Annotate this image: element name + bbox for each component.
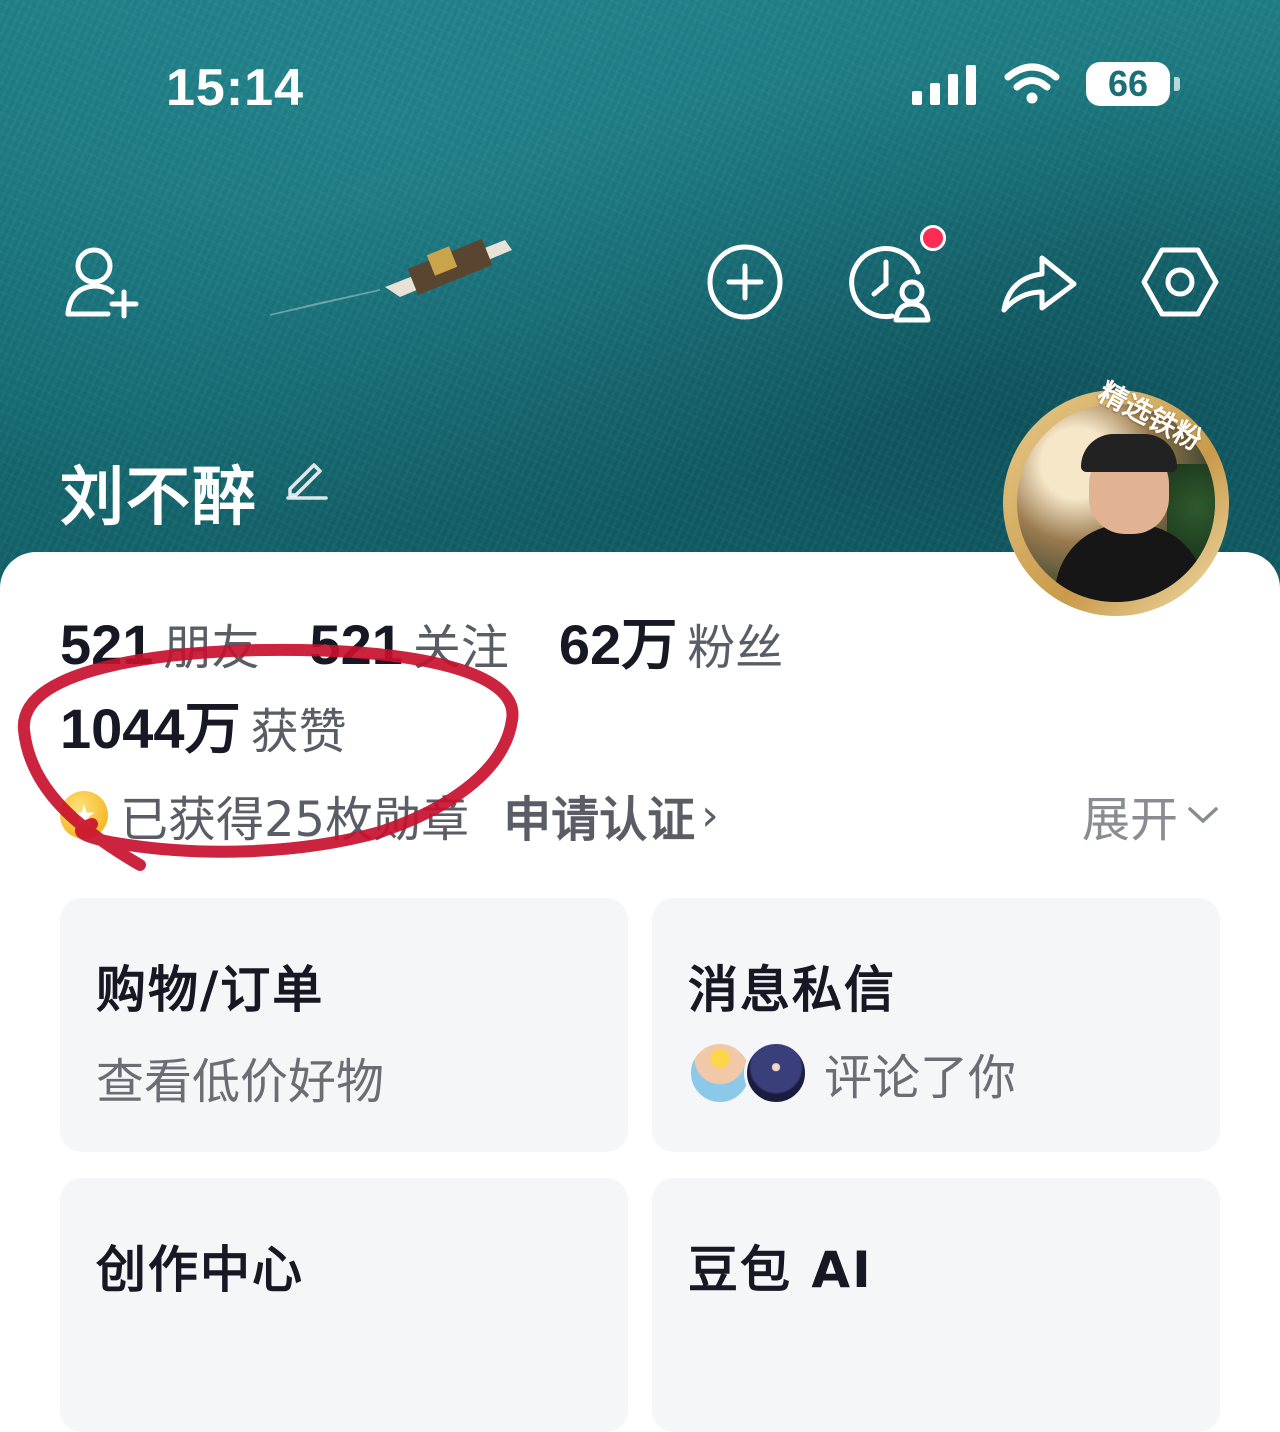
wifi-icon <box>1004 63 1060 104</box>
creator-center-tile[interactable]: 创作中心 <box>60 1178 628 1432</box>
add-friend-button[interactable] <box>60 240 144 324</box>
notification-dot <box>920 225 946 251</box>
tile-subtitle: 查看低价好物 <box>96 1054 385 1110</box>
tile-subtitle: 评论了你 <box>824 1050 1017 1106</box>
doubao-ai-tile[interactable]: 豆包 AI <box>652 1178 1220 1432</box>
share-button[interactable] <box>996 240 1080 324</box>
friends-label[interactable]: 朋友 <box>163 608 259 678</box>
visitor-history-button[interactable] <box>848 240 932 324</box>
tile-title: 创作中心 <box>96 1241 304 1299</box>
boat-image <box>269 239 512 316</box>
edit-icon[interactable] <box>284 455 330 501</box>
plus-circle-icon <box>707 244 783 320</box>
tile-title: 购物/订单 <box>96 961 325 1019</box>
signal-icon <box>912 65 976 105</box>
commenter-avatar <box>744 1041 808 1105</box>
expand-label: 展开 <box>1081 792 1178 848</box>
add-friend-icon <box>65 247 139 319</box>
medal-icon: ★ <box>60 791 108 839</box>
visitor-history-icon <box>849 246 931 323</box>
messages-tile[interactable]: 消息私信 评论了你 <box>652 898 1220 1152</box>
status-time: 15:14 <box>166 59 304 117</box>
followers-count[interactable]: 62万 <box>559 600 677 681</box>
badges-text[interactable]: 已获得25枚勋章 <box>120 780 469 850</box>
stats-row: 521 朋友 521 关注 62万 粉丝 <box>60 600 833 681</box>
create-button[interactable] <box>703 240 787 324</box>
following-count[interactable]: 521 <box>309 612 402 677</box>
certify-link[interactable]: 申请认证 <box>503 780 695 850</box>
tile-title: 消息私信 <box>688 961 896 1019</box>
shopping-orders-tile[interactable]: 购物/订单 查看低价好物 <box>60 898 628 1152</box>
battery-indicator: 66 <box>1086 62 1180 106</box>
commenter-avatar <box>688 1041 752 1105</box>
chevron-down-icon <box>1188 807 1218 824</box>
chevron-right-icon: › <box>701 789 719 841</box>
badge-row: ★ 已获得25枚勋章 申请认证 › 展开 <box>60 780 1220 850</box>
tile-title: 豆包 AI <box>688 1241 873 1299</box>
friends-count[interactable]: 521 <box>60 612 153 677</box>
settings-button[interactable] <box>1138 240 1222 324</box>
settings-icon <box>1141 247 1219 317</box>
status-icons: 66 <box>912 62 1180 106</box>
followers-label[interactable]: 粉丝 <box>687 608 783 678</box>
expand-button[interactable]: 展开 <box>1082 780 1220 850</box>
share-icon <box>1001 255 1077 313</box>
following-label[interactable]: 关注 <box>413 608 509 678</box>
likes-label: 获赞 <box>250 704 347 760</box>
likes-count: 1044万 <box>60 697 241 760</box>
username: 刘不醉 <box>60 461 258 535</box>
likes-row[interactable]: 1044万 获赞 <box>60 684 397 765</box>
